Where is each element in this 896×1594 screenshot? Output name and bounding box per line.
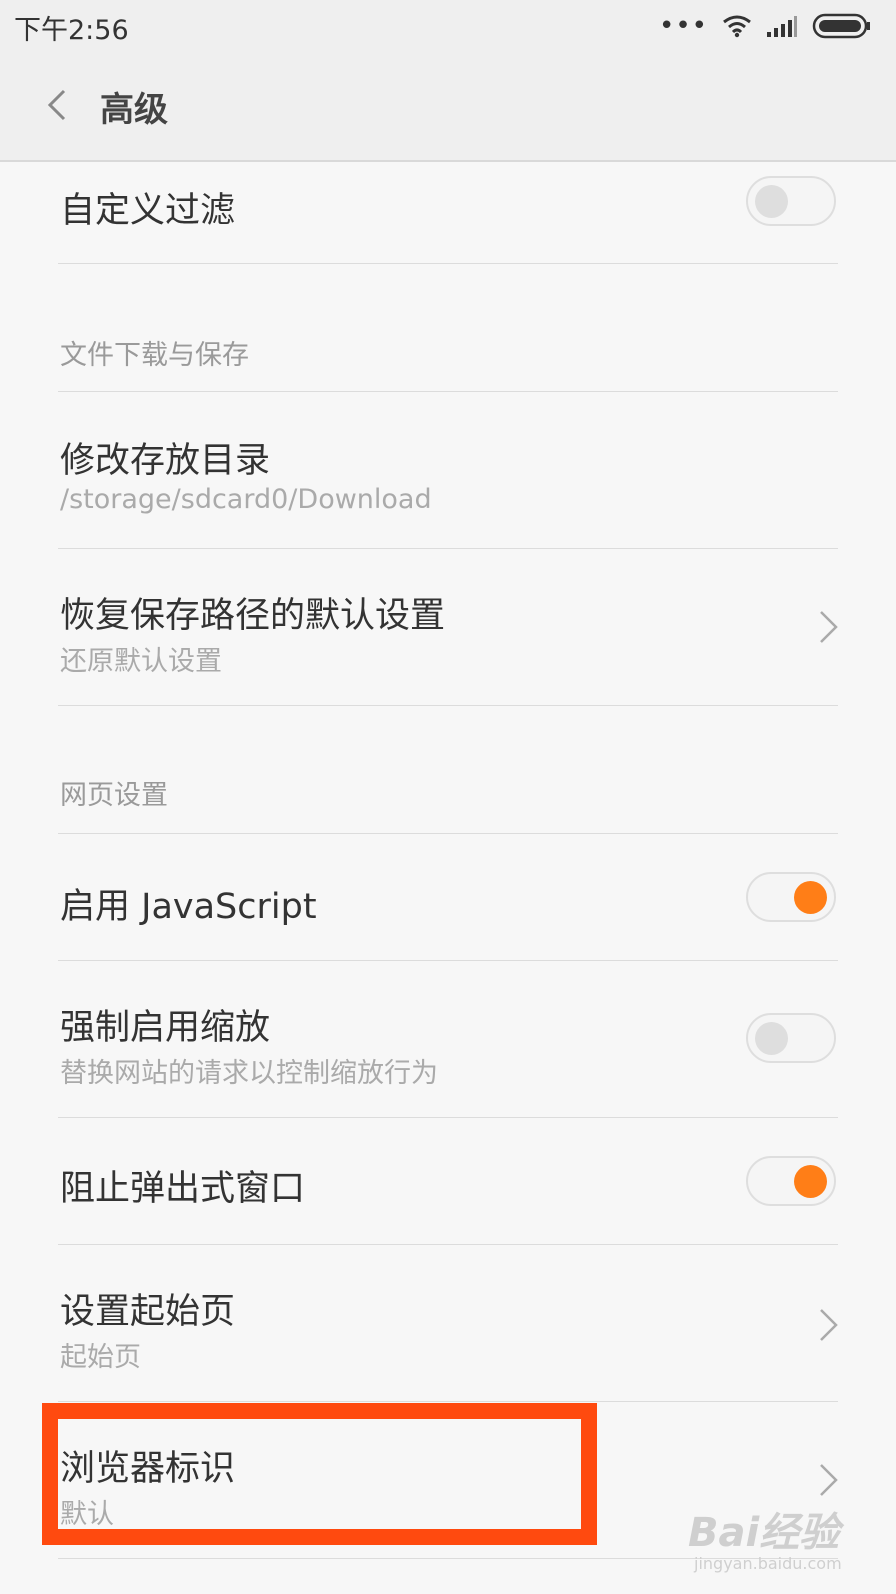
app-header: 高级 [0, 50, 896, 162]
chevron-right-icon [820, 611, 838, 643]
setting-sub: 起始页 [60, 1342, 141, 1373]
divider [58, 263, 838, 264]
setting-sub: 替换网站的请求以控制缩放行为 [60, 1058, 438, 1089]
setting-javascript[interactable]: 启用 JavaScript [0, 834, 896, 960]
setting-change-directory[interactable]: 修改存放目录 /storage/sdcard0/Download [0, 392, 896, 548]
status-time: 下午2:56 [14, 15, 129, 46]
custom-filter-toggle[interactable] [746, 176, 836, 226]
setting-block-popups[interactable]: 阻止弹出式窗口 [0, 1118, 896, 1244]
setting-label: 设置起始页 [60, 1292, 236, 1332]
battery-icon [812, 13, 870, 39]
setting-force-zoom[interactable]: 强制启用缩放 替换网站的请求以控制缩放行为 [0, 961, 896, 1117]
javascript-toggle[interactable] [746, 872, 836, 922]
page-title: 高级 [100, 90, 168, 130]
back-button[interactable] [40, 85, 80, 125]
setting-sub: /storage/sdcard0/Download [60, 484, 432, 515]
setting-restore-path[interactable]: 恢复保存路径的默认设置 还原默认设置 [0, 549, 896, 705]
chevron-right-icon [820, 1464, 838, 1496]
force-zoom-toggle[interactable] [746, 1013, 836, 1063]
setting-label: 强制启用缩放 [60, 1008, 271, 1048]
watermark-logo: Bai经验 [688, 1510, 840, 1556]
setting-homepage[interactable]: 设置起始页 起始页 [0, 1245, 896, 1401]
chevron-right-icon [820, 1309, 838, 1341]
baidu-jingyan-watermark: Bai经验 jingyan.baidu.com [688, 1500, 868, 1580]
divider [58, 705, 838, 706]
setting-label: 修改存放目录 [60, 441, 271, 481]
setting-label: 启用 JavaScript [60, 887, 317, 927]
setting-label: 阻止弹出式窗口 [60, 1169, 306, 1209]
setting-sub: 还原默认设置 [60, 646, 222, 677]
section-header-download: 文件下载与保存 [60, 340, 249, 371]
highlight-annotation-box [42, 1403, 597, 1545]
more-dots-icon: ••• [658, 11, 708, 41]
status-icons: ••• [659, 12, 872, 40]
setting-label: 自定义过滤 [60, 191, 236, 231]
wifi-icon [723, 15, 751, 38]
setting-label: 恢复保存路径的默认设置 [60, 596, 446, 636]
back-chevron-icon [47, 89, 66, 121]
signal-icon [767, 16, 797, 37]
section-header-web: 网页设置 [60, 780, 168, 811]
watermark-url: jingyan.baidu.com [694, 1554, 842, 1573]
status-bar: 下午2:56 ••• [0, 0, 896, 50]
block-popups-toggle[interactable] [746, 1156, 836, 1206]
setting-custom-filter[interactable]: 自定义过滤 [0, 162, 896, 262]
